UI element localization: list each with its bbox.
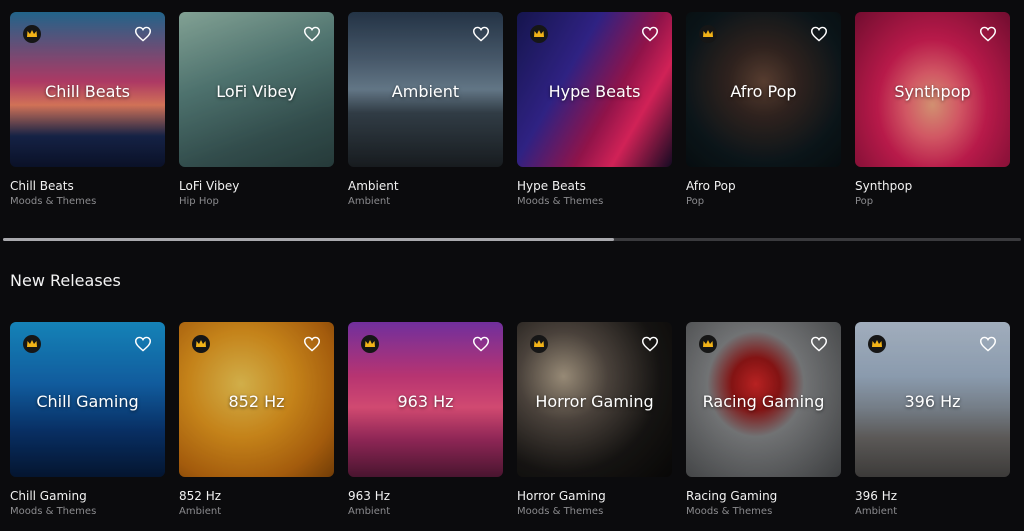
heart-icon[interactable] <box>472 336 490 352</box>
playlist-genre: Ambient <box>855 506 898 517</box>
cover-overlay-title: Ambient <box>391 82 460 101</box>
cover-overlay-title: LoFi Vibey <box>216 82 297 101</box>
playlist-cover[interactable]: Chill Gaming <box>10 322 165 477</box>
cover-overlay-title: Hype Beats <box>548 82 641 101</box>
heart-icon[interactable] <box>979 336 997 352</box>
heart-icon[interactable] <box>810 26 828 42</box>
heart-icon[interactable] <box>641 26 659 42</box>
playlist-genre: Ambient <box>348 506 391 517</box>
heart-icon[interactable] <box>134 26 152 42</box>
playlist-row-top: Chill Beats Chill Beats Moods & Themes L… <box>10 12 1010 207</box>
playlist-title[interactable]: 396 Hz <box>855 489 1010 503</box>
playlist-title[interactable]: Hype Beats <box>517 179 672 193</box>
cover-overlay-title: Synthpop <box>894 82 971 101</box>
playlist-title[interactable]: 852 Hz <box>179 489 334 503</box>
playlist-genre: Ambient <box>179 506 222 517</box>
heart-icon[interactable] <box>641 336 659 352</box>
playlist-genre: Pop <box>686 196 705 207</box>
heart-icon[interactable] <box>472 26 490 42</box>
cover-overlay-title: Chill Beats <box>45 82 130 101</box>
heart-icon[interactable] <box>810 336 828 352</box>
scrollbar-thumb[interactable] <box>3 238 614 241</box>
playlist-cover[interactable]: 963 Hz <box>348 322 503 477</box>
playlist-genre: Moods & Themes <box>10 196 97 207</box>
playlist-title[interactable]: LoFi Vibey <box>179 179 334 193</box>
playlist-card[interactable]: 852 Hz 852 Hz Ambient <box>179 322 334 517</box>
playlist-title[interactable]: Chill Gaming <box>10 489 165 503</box>
playlist-card[interactable]: Racing Gaming Racing Gaming Moods & Them… <box>686 322 841 517</box>
playlist-cover[interactable]: Horror Gaming <box>517 322 672 477</box>
crown-icon <box>699 335 717 353</box>
playlist-genre: Moods & Themes <box>10 506 97 517</box>
playlist-card[interactable]: Hype Beats Hype Beats Moods & Themes <box>517 12 672 207</box>
crown-icon <box>699 25 717 43</box>
horizontal-scrollbar[interactable] <box>3 238 1021 241</box>
cover-overlay-title: Afro Pop <box>730 82 797 101</box>
playlist-card[interactable]: 396 Hz 396 Hz Ambient <box>855 322 1010 517</box>
playlist-cover[interactable]: Chill Beats <box>10 12 165 167</box>
playlist-genre: Moods & Themes <box>517 196 604 207</box>
playlist-title[interactable]: Racing Gaming <box>686 489 841 503</box>
playlist-genre: Moods & Themes <box>517 506 604 517</box>
playlist-genre: Moods & Themes <box>686 506 773 517</box>
playlist-title[interactable]: 963 Hz <box>348 489 503 503</box>
crown-icon <box>23 335 41 353</box>
playlist-cover[interactable]: 396 Hz <box>855 322 1010 477</box>
playlist-title[interactable]: Synthpop <box>855 179 1010 193</box>
crown-icon <box>192 335 210 353</box>
playlist-card[interactable]: LoFi Vibey LoFi Vibey Hip Hop <box>179 12 334 207</box>
playlist-cover[interactable]: Ambient <box>348 12 503 167</box>
crown-icon <box>530 335 548 353</box>
heart-icon[interactable] <box>303 26 321 42</box>
crown-icon <box>23 25 41 43</box>
playlist-card[interactable]: Ambient Ambient Ambient <box>348 12 503 207</box>
playlist-title[interactable]: Afro Pop <box>686 179 841 193</box>
playlist-genre: Hip Hop <box>179 196 219 207</box>
cover-overlay-title: Chill Gaming <box>36 392 139 411</box>
cover-overlay-title: 396 Hz <box>904 392 961 411</box>
heart-icon[interactable] <box>303 336 321 352</box>
crown-icon <box>530 25 548 43</box>
heart-icon[interactable] <box>979 26 997 42</box>
playlist-row-new-releases: Chill Gaming Chill Gaming Moods & Themes… <box>10 322 1010 517</box>
playlist-cover[interactable]: LoFi Vibey <box>179 12 334 167</box>
playlist-card[interactable]: Afro Pop Afro Pop Pop <box>686 12 841 207</box>
heart-icon[interactable] <box>134 336 152 352</box>
crown-icon <box>361 335 379 353</box>
playlist-genre: Ambient <box>348 196 391 207</box>
playlist-card[interactable]: Chill Gaming Chill Gaming Moods & Themes <box>10 322 165 517</box>
cover-overlay-title: 963 Hz <box>397 392 454 411</box>
playlist-title[interactable]: Chill Beats <box>10 179 165 193</box>
playlist-card[interactable]: 963 Hz 963 Hz Ambient <box>348 322 503 517</box>
cover-overlay-title: 852 Hz <box>228 392 285 411</box>
playlist-cover[interactable]: 852 Hz <box>179 322 334 477</box>
playlist-title[interactable]: Ambient <box>348 179 503 193</box>
section-title-new-releases: New Releases <box>10 271 121 290</box>
playlist-cover[interactable]: Hype Beats <box>517 12 672 167</box>
playlist-cover[interactable]: Afro Pop <box>686 12 841 167</box>
playlist-cover[interactable]: Racing Gaming <box>686 322 841 477</box>
cover-overlay-title: Horror Gaming <box>535 392 654 411</box>
playlist-genre: Pop <box>855 196 874 207</box>
playlist-title[interactable]: Horror Gaming <box>517 489 672 503</box>
playlist-card[interactable]: Horror Gaming Horror Gaming Moods & Them… <box>517 322 672 517</box>
crown-icon <box>868 335 886 353</box>
playlist-card[interactable]: Chill Beats Chill Beats Moods & Themes <box>10 12 165 207</box>
playlist-card[interactable]: Synthpop Synthpop Pop <box>855 12 1010 207</box>
cover-overlay-title: Racing Gaming <box>702 392 825 411</box>
playlist-cover[interactable]: Synthpop <box>855 12 1010 167</box>
